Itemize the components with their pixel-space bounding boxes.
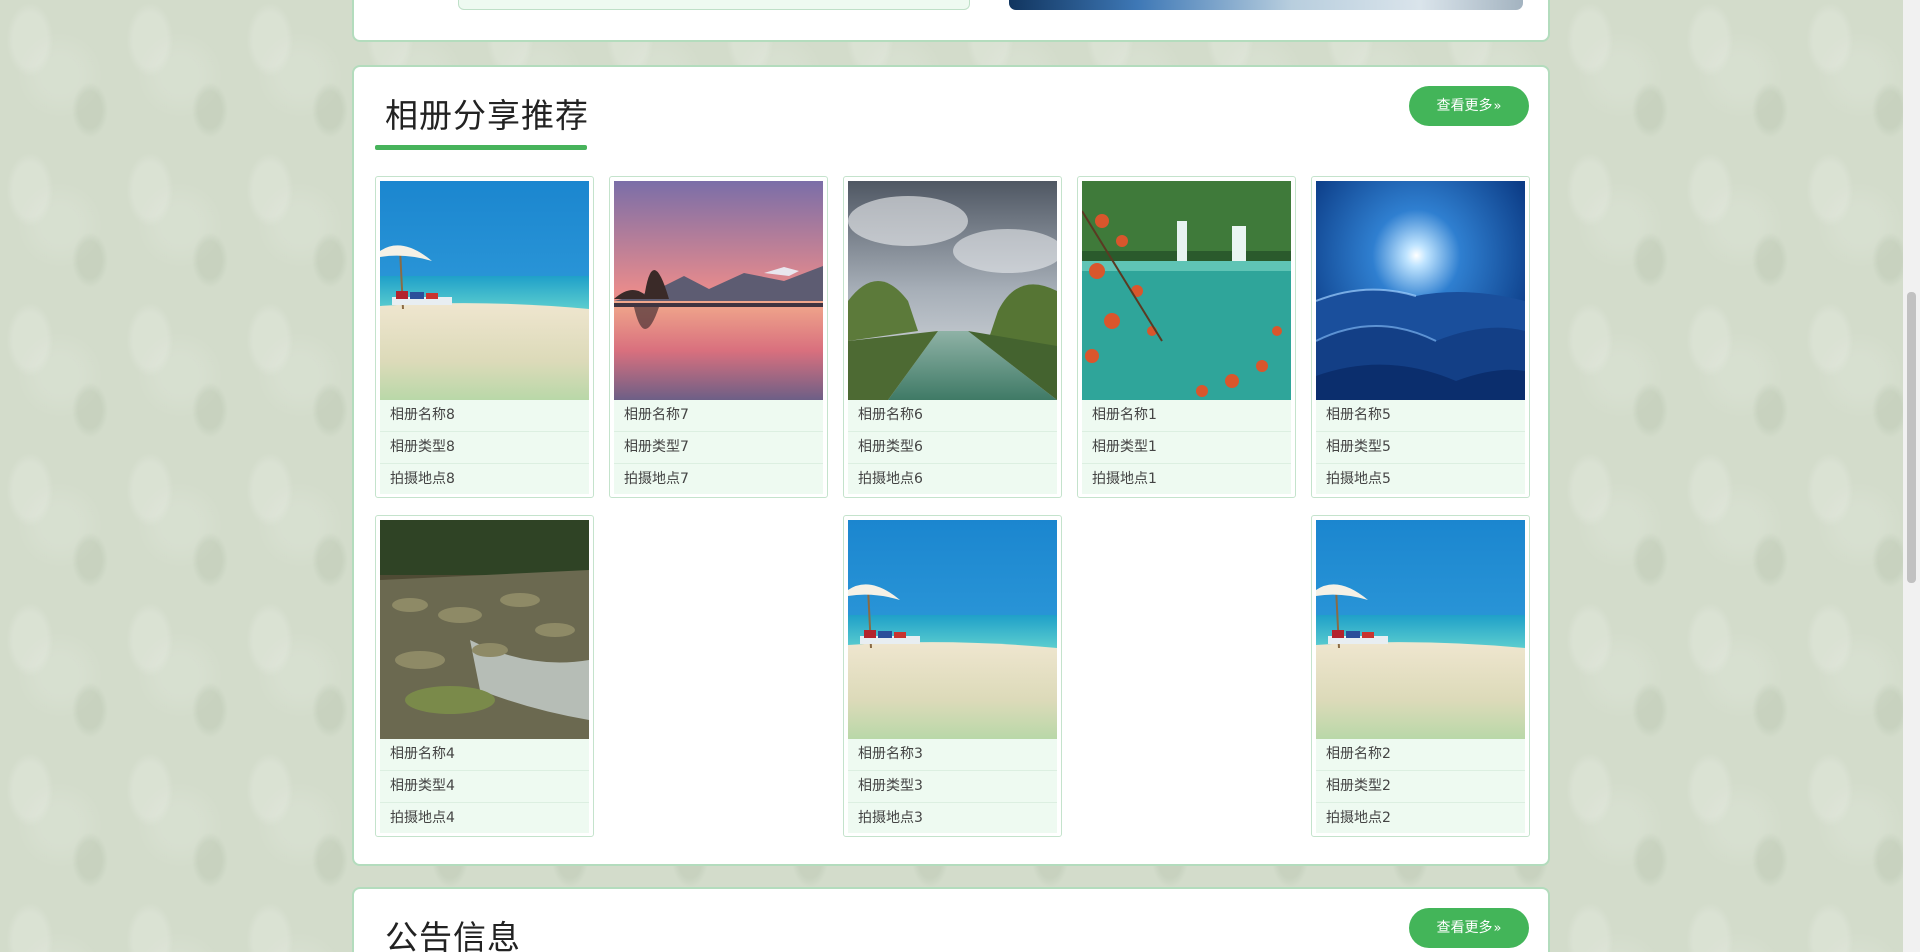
view-more-label: 查看更多 xyxy=(1436,98,1493,114)
album-location: 拍摄地点5 xyxy=(1326,471,1391,487)
album-location: 拍摄地点6 xyxy=(858,471,923,487)
album-card[interactable]: 相册名称2 相册类型2 拍摄地点2 xyxy=(1311,515,1530,837)
album-type: 相册类型4 xyxy=(380,771,589,803)
album-info: 相册名称3 相册类型3 拍摄地点3 xyxy=(848,739,1057,833)
album-card[interactable]: 相册名称5 相册类型5 拍摄地点5 xyxy=(1311,176,1530,498)
album-photo-waterfall-lake[interactable] xyxy=(1082,181,1291,400)
album-card[interactable]: 相册名称6 相册类型6 拍摄地点6 xyxy=(843,176,1062,498)
album-name[interactable]: 相册名称3 xyxy=(848,739,1057,771)
double-chevron-right-icon: » xyxy=(1493,99,1502,114)
album-name[interactable]: 相册名称4 xyxy=(380,739,589,771)
album-location: 拍摄地点8 xyxy=(390,471,455,487)
album-name[interactable]: 相册名称5 xyxy=(1316,400,1525,432)
title-underline xyxy=(375,145,587,150)
previous-info-box xyxy=(458,0,970,10)
album-name[interactable]: 相册名称2 xyxy=(1316,739,1525,771)
album-type: 相册类型6 xyxy=(848,432,1057,464)
previous-image[interactable] xyxy=(1009,0,1523,10)
album-type: 相册类型7 xyxy=(614,432,823,464)
album-name[interactable]: 相册名称6 xyxy=(848,400,1057,432)
section-title: 相册分享推荐 xyxy=(385,96,589,135)
album-info: 相册名称7 相册类型7 拍摄地点7 xyxy=(614,400,823,494)
album-photo-beach[interactable] xyxy=(1316,520,1525,739)
scrollbar-thumb[interactable] xyxy=(1907,292,1916,583)
album-info: 相册名称4 相册类型4 拍摄地点4 xyxy=(380,739,589,833)
view-more-label: 查看更多 xyxy=(1436,920,1493,936)
album-location: 拍摄地点2 xyxy=(1326,810,1391,826)
album-card[interactable]: 相册名称3 相册类型3 拍摄地点3 xyxy=(843,515,1062,837)
album-photo-sunset-lake[interactable] xyxy=(614,181,823,400)
album-type: 相册类型2 xyxy=(1316,771,1525,803)
album-name[interactable]: 相册名称1 xyxy=(1082,400,1291,432)
album-photo-blue-sun[interactable] xyxy=(1316,181,1525,400)
album-card[interactable]: 相册名称7 相册类型7 拍摄地点7 xyxy=(609,176,828,498)
album-photo-beach[interactable] xyxy=(380,181,589,400)
album-info: 相册名称1 相册类型1 拍摄地点1 xyxy=(1082,400,1291,494)
album-info: 相册名称2 相册类型2 拍摄地点2 xyxy=(1316,739,1525,833)
album-name[interactable]: 相册名称8 xyxy=(380,400,589,432)
album-type: 相册类型8 xyxy=(380,432,589,464)
album-photo-beach[interactable] xyxy=(848,520,1057,739)
album-card[interactable]: 相册名称4 相册类型4 拍摄地点4 xyxy=(375,515,594,837)
double-chevron-right-icon: » xyxy=(1493,921,1502,936)
album-photo-rocky-stream[interactable] xyxy=(380,520,589,739)
album-type: 相册类型5 xyxy=(1316,432,1525,464)
album-location: 拍摄地点7 xyxy=(624,471,689,487)
album-section: 相册分享推荐 查看更多» 相册名称8 相册类型8 拍摄地点8 相册名称7 相册类… xyxy=(352,65,1550,866)
view-more-button[interactable]: 查看更多» xyxy=(1409,86,1529,126)
album-info: 相册名称8 相册类型8 拍摄地点8 xyxy=(380,400,589,494)
album-location: 拍摄地点4 xyxy=(390,810,455,826)
previous-section xyxy=(352,0,1550,42)
album-card[interactable]: 相册名称8 相册类型8 拍摄地点8 xyxy=(375,176,594,498)
section-title: 公告信息 xyxy=(385,918,521,952)
album-name[interactable]: 相册名称7 xyxy=(614,400,823,432)
album-info: 相册名称5 相册类型5 拍摄地点5 xyxy=(1316,400,1525,494)
album-card[interactable]: 相册名称1 相册类型1 拍摄地点1 xyxy=(1077,176,1296,498)
view-more-button[interactable]: 查看更多» xyxy=(1409,908,1529,948)
album-photo-river-trees[interactable] xyxy=(848,181,1057,400)
album-type: 相册类型1 xyxy=(1082,432,1291,464)
page-scrollbar[interactable] xyxy=(1903,0,1920,952)
notice-section: 公告信息 查看更多» xyxy=(352,887,1550,952)
album-location: 拍摄地点3 xyxy=(858,810,923,826)
album-info: 相册名称6 相册类型6 拍摄地点6 xyxy=(848,400,1057,494)
album-type: 相册类型3 xyxy=(848,771,1057,803)
album-location: 拍摄地点1 xyxy=(1092,471,1157,487)
